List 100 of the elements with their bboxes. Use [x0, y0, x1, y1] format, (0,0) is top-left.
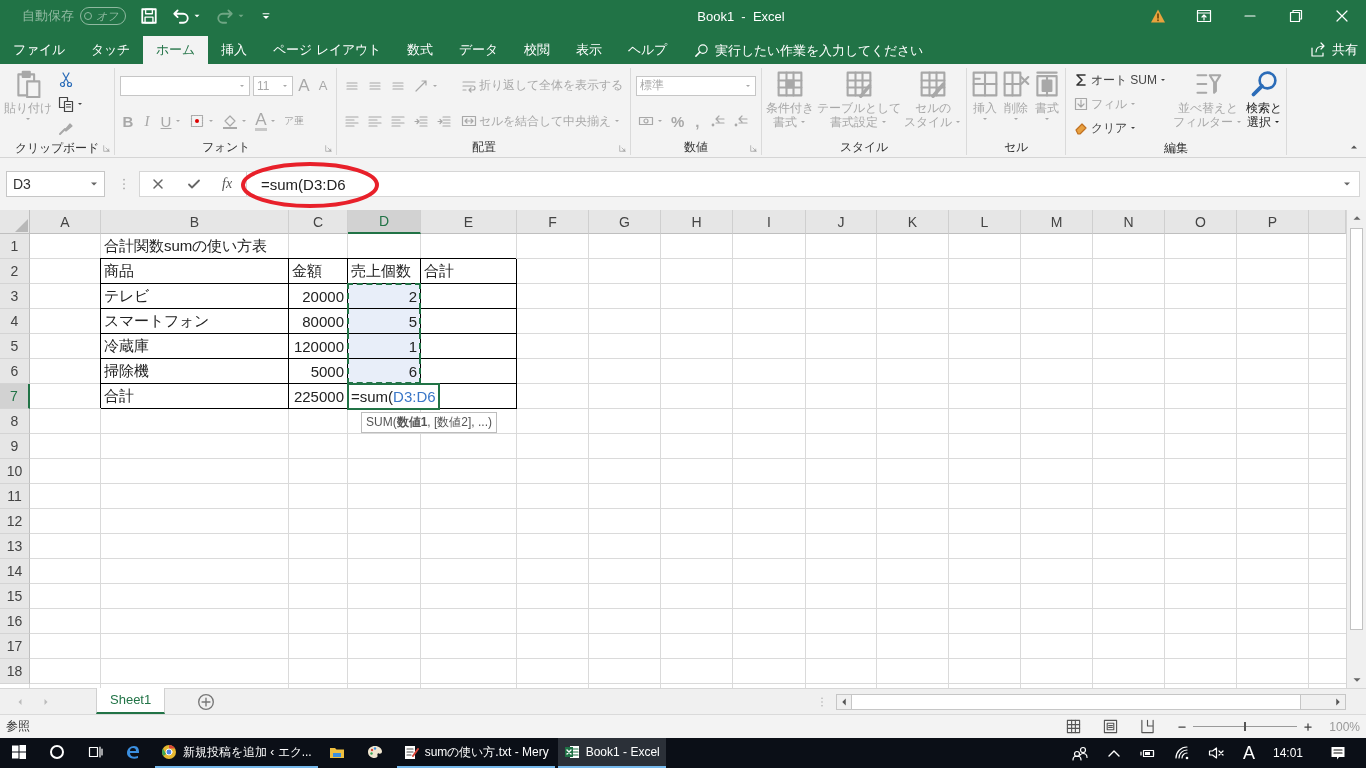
- taskbar-button[interactable]: 新規投稿を追加 ‹ エク...: [155, 738, 318, 768]
- share-button[interactable]: 共有: [1310, 36, 1366, 64]
- autosum-button[interactable]: オート SUM: [1071, 69, 1169, 91]
- zoom-in-icon[interactable]: [1303, 721, 1314, 732]
- clear-button[interactable]: クリア: [1071, 117, 1139, 139]
- undo-icon[interactable]: [172, 7, 190, 25]
- row-header[interactable]: 16: [0, 609, 30, 634]
- ribbon-tab[interactable]: 表示: [562, 36, 615, 64]
- sheet-tab[interactable]: Sheet1: [96, 687, 166, 714]
- taskbar-button[interactable]: sumの使い方.txt - Mery: [396, 738, 555, 768]
- column-header[interactable]: O: [1165, 210, 1237, 234]
- spreadsheet-icon: [563, 744, 580, 760]
- zoom-slider-thumb[interactable]: [1244, 722, 1247, 731]
- column-header[interactable]: K: [877, 210, 949, 234]
- taskbar-button[interactable]: Book1 - Excel: [557, 738, 666, 768]
- row-header[interactable]: 8: [0, 409, 30, 434]
- ribbon-display-icon[interactable]: [1196, 8, 1212, 24]
- name-box[interactable]: D3: [6, 171, 105, 197]
- wifi-icon[interactable]: [1173, 745, 1190, 761]
- close-icon[interactable]: [1334, 8, 1350, 24]
- horizontal-scrollbar[interactable]: [836, 693, 1346, 710]
- ribbon-tab[interactable]: ホーム: [143, 36, 208, 64]
- warning-icon[interactable]: [1150, 8, 1166, 24]
- ribbon-tab[interactable]: ページ レイアウト: [260, 36, 394, 64]
- column-header[interactable]: H: [661, 210, 733, 234]
- formula-field[interactable]: =sum(D3:D6: [246, 171, 1360, 197]
- table-cell: 金額: [289, 259, 348, 284]
- cell-style-icon: [919, 70, 947, 98]
- column-header[interactable]: A: [30, 210, 101, 234]
- row-header[interactable]: 4: [0, 309, 30, 334]
- input-mode-indicator[interactable]: A: [1242, 742, 1255, 764]
- ribbon-tab[interactable]: ヘルプ: [614, 36, 680, 64]
- table-cell: 1: [348, 334, 421, 359]
- group-label: フォント: [201, 140, 250, 154]
- row-header[interactable]: 2: [0, 259, 30, 284]
- column-header[interactable]: I: [733, 210, 806, 234]
- column-header[interactable]: G: [589, 210, 661, 234]
- people-icon[interactable]: [1071, 745, 1088, 761]
- row-header[interactable]: 3: [0, 284, 30, 309]
- search-icon: [1250, 70, 1278, 98]
- scissors-icon: [58, 72, 74, 88]
- scrollbar-thumb[interactable]: [1350, 228, 1363, 630]
- ribbon-tab[interactable]: 挿入: [208, 36, 260, 64]
- customize-toolbar-icon[interactable]: [260, 10, 272, 22]
- speaker-mute-icon[interactable]: [1207, 745, 1224, 761]
- clock[interactable]: 14:01: [1272, 746, 1303, 760]
- column-header[interactable]: E: [421, 210, 517, 234]
- column-header[interactable]: J: [806, 210, 877, 234]
- row-header[interactable]: 7: [0, 384, 30, 409]
- find-select-button[interactable]: 検索と 選択: [1245, 68, 1283, 140]
- row-header[interactable]: 10: [0, 459, 30, 484]
- notification-icon[interactable]: [1330, 745, 1346, 761]
- ribbon-tab[interactable]: ファイル: [0, 36, 78, 64]
- column-header[interactable]: F: [517, 210, 589, 234]
- clipboard-icon: [14, 70, 42, 98]
- row-header[interactable]: 1: [0, 234, 30, 259]
- row-header[interactable]: 13: [0, 534, 30, 559]
- autosave-label: 自動保存: [22, 7, 74, 25]
- paint-bucket-icon: [222, 113, 238, 130]
- column-header[interactable]: M: [1021, 210, 1093, 234]
- restore-icon[interactable]: [1288, 8, 1304, 24]
- save-icon[interactable]: [140, 7, 158, 25]
- column-header[interactable]: B: [101, 210, 289, 234]
- table-cell: 合計: [101, 384, 289, 409]
- table-cell: 6: [348, 359, 421, 384]
- row-header[interactable]: 6: [0, 359, 30, 384]
- indent-icon: [413, 113, 429, 130]
- tell-me-field[interactable]: 実行したい作業を入力してください: [712, 41, 967, 59]
- column-header[interactable]: D: [348, 210, 421, 234]
- diagonal-arrow-icon: [413, 77, 429, 94]
- delete-cells-icon: [1002, 70, 1030, 98]
- cell-editor[interactable]: =sum(D3:D6: [347, 383, 440, 410]
- column-header[interactable]: P: [1237, 210, 1309, 234]
- sum-icon: [1073, 72, 1089, 88]
- column-header[interactable]: C: [289, 210, 348, 234]
- page-layout-icon[interactable]: [1103, 719, 1119, 734]
- ribbon-tab[interactable]: 数式: [393, 36, 446, 64]
- row-header[interactable]: 14: [0, 559, 30, 584]
- ribbon-tab[interactable]: データ: [445, 36, 511, 64]
- browser-icon: [125, 744, 141, 760]
- row-header[interactable]: 15: [0, 584, 30, 609]
- row-header[interactable]: 11: [0, 484, 30, 509]
- table-cell: テレビ: [101, 284, 289, 309]
- row-header[interactable]: 17: [0, 634, 30, 659]
- ribbon-tab[interactable]: 校閲: [510, 36, 563, 64]
- row-header[interactable]: 12: [0, 509, 30, 534]
- column-header[interactable]: L: [949, 210, 1021, 234]
- cancel-icon[interactable]: [150, 176, 166, 192]
- insert-function-button[interactable]: fx: [222, 176, 233, 192]
- table-cell-text: 合計関数sumの使い方表: [103, 236, 269, 256]
- table-icon: [845, 70, 873, 98]
- row-header[interactable]: 9: [0, 434, 30, 459]
- normal-view-icon[interactable]: [1066, 719, 1082, 734]
- row-header[interactable]: 5: [0, 334, 30, 359]
- align-icon: [390, 113, 406, 130]
- add-sheet-icon[interactable]: [197, 692, 216, 711]
- row-header[interactable]: 18: [0, 659, 30, 684]
- column-header[interactable]: N: [1093, 210, 1165, 234]
- page-break-icon[interactable]: [1140, 719, 1156, 734]
- ribbon-tab[interactable]: タッチ: [78, 36, 143, 64]
